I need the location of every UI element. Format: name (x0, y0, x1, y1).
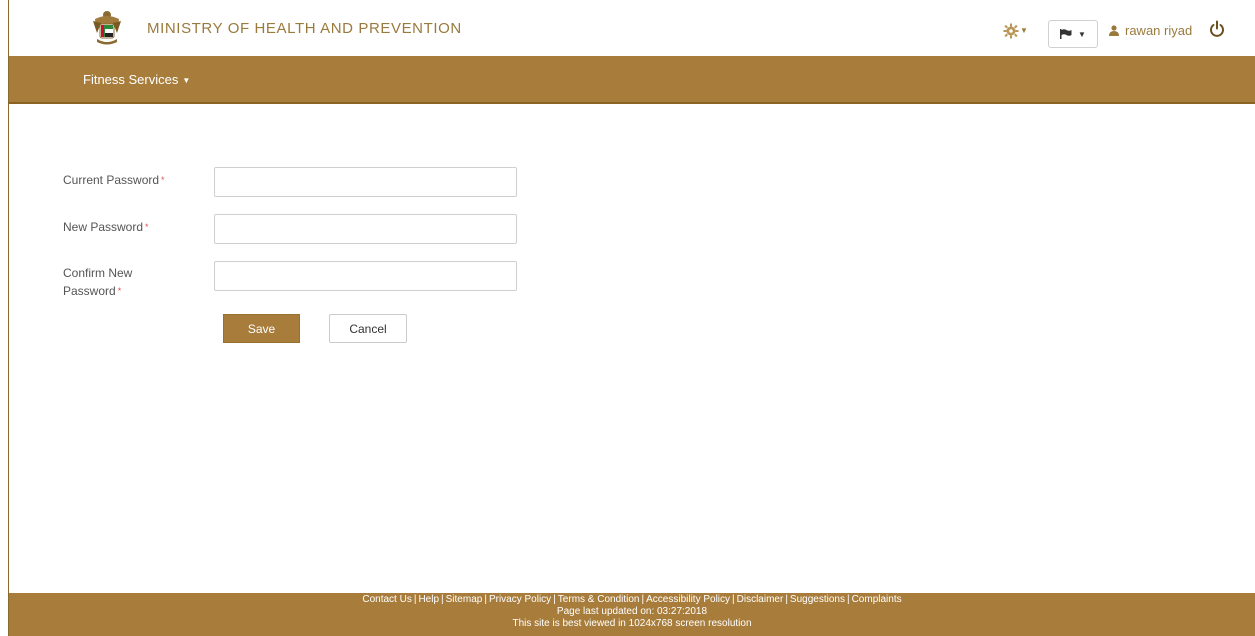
footer-links: Contact Us | Help | Sitemap | Privacy Policy | T… (9, 594, 1255, 606)
required-marker: * (117, 286, 122, 296)
footer: Contact Us | Help | Sitemap | Privacy Policy | T… (9, 593, 1255, 636)
user-menu[interactable]: rawan riyad (1109, 23, 1192, 38)
footer-link-contact-us[interactable]: Contact Us (362, 594, 411, 605)
footer-link-complaints[interactable]: Complaints (852, 594, 902, 605)
footer-link-terms[interactable]: Terms & Condition (558, 594, 640, 605)
confirm-password-label: Confirm New Password * (63, 264, 132, 300)
caret-down-icon: ▼ (1020, 25, 1028, 35)
cancel-button[interactable]: Cancel (329, 314, 407, 343)
confirm-password-input[interactable] (214, 261, 517, 291)
new-password-label-text: New Password (63, 220, 144, 234)
new-password-input[interactable] (214, 214, 517, 244)
person-icon (1109, 25, 1119, 36)
emblem-logo (93, 11, 121, 45)
nav-fitness-services-label: Fitness Services (83, 72, 179, 87)
footer-separator: | (484, 594, 487, 605)
required-marker: * (145, 222, 149, 232)
confirm-password-label-line1: Confirm New (63, 266, 133, 280)
current-password-input[interactable] (214, 167, 517, 197)
caret-down-icon: ▼ (182, 76, 191, 86)
footer-link-disclaimer[interactable]: Disclaimer (737, 594, 784, 605)
footer-separator: | (785, 594, 788, 605)
footer-link-privacy-policy[interactable]: Privacy Policy (489, 594, 551, 605)
footer-separator: | (413, 594, 417, 605)
top-header: MINISTRY OF HEALTH AND PREVENTION ▼ ▼ ra… (9, 0, 1255, 56)
ministry-title: MINISTRY OF HEALTH AND PREVENTION (147, 20, 462, 37)
main-navbar: Fitness Services ▼ (9, 56, 1255, 104)
confirm-password-label-line2: Password (63, 284, 116, 298)
required-marker: * (161, 175, 165, 185)
page-frame: MINISTRY OF HEALTH AND PREVENTION ▼ ▼ ra… (8, 0, 1255, 636)
caret-down-icon: ▼ (1078, 29, 1086, 39)
language-flag-button[interactable]: ▼ (1048, 20, 1098, 48)
footer-link-help[interactable]: Help (418, 594, 439, 605)
footer-separator: | (553, 594, 556, 605)
footer-separator: | (641, 594, 645, 605)
new-password-label: New Password * (63, 218, 149, 236)
footer-separator: | (441, 594, 444, 605)
flag-icon (1060, 29, 1072, 39)
user-name: rawan riyad (1125, 23, 1193, 38)
resolution-note: This site is best viewed in 1024x768 scr… (512, 618, 752, 629)
current-password-label-text: Current Password (63, 173, 160, 187)
footer-separator: | (846, 594, 850, 605)
save-button[interactable]: Save (223, 314, 300, 343)
gear-icon (1003, 23, 1019, 39)
footer-link-accessibility-policy[interactable]: Accessibility Policy (646, 594, 730, 605)
footer-link-suggestions[interactable]: Suggestions (790, 594, 845, 605)
footer-link-sitemap[interactable]: Sitemap (446, 594, 483, 605)
footer-separator: | (732, 594, 735, 605)
current-password-label: Current Password * (63, 171, 165, 189)
nav-fitness-services[interactable]: Fitness Services ▼ (83, 72, 190, 87)
last-updated-text: Page last updated on: 03:27:2018 (556, 606, 708, 617)
power-icon[interactable] (1209, 20, 1225, 38)
settings-menu-button[interactable]: ▼ (1003, 21, 1031, 41)
